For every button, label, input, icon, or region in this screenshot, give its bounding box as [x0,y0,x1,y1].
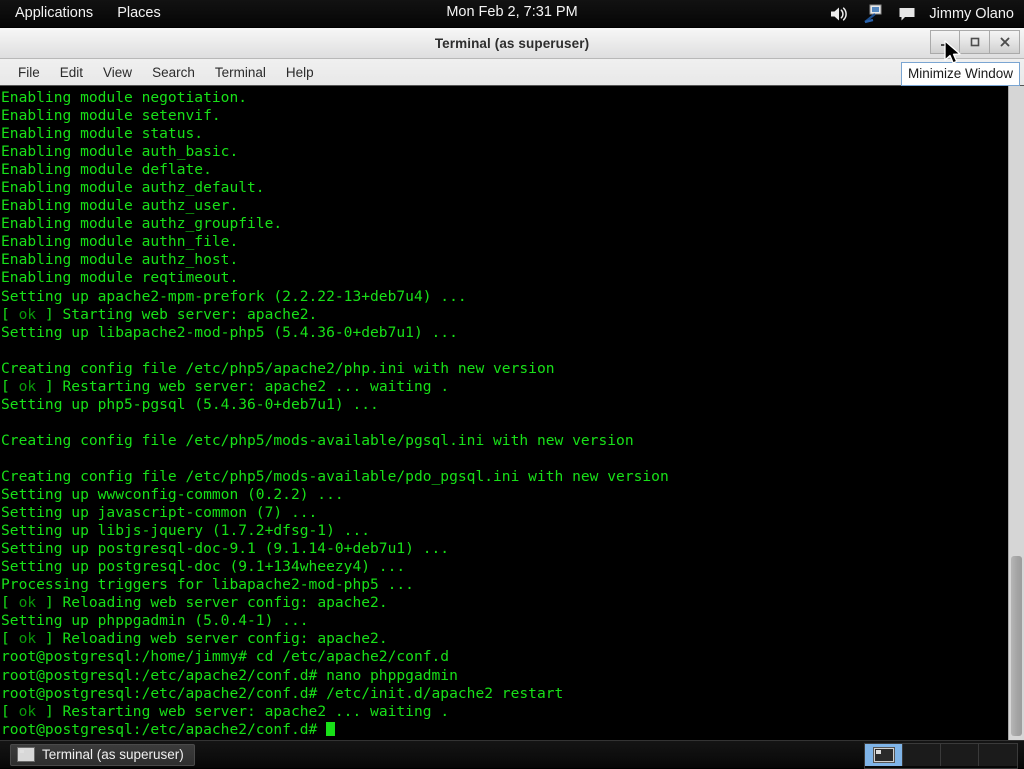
menubar: File Edit View Search Terminal Help [0,59,1024,86]
terminal-line: root@postgresql:/home/jimmy# cd /etc/apa… [1,648,1008,666]
volume-icon[interactable] [827,2,851,26]
workspace-3[interactable] [941,744,979,766]
menu-search[interactable]: Search [142,62,205,83]
terminal-line: Setting up libjs-jquery (1.7.2+dfsg-1) .… [1,522,1008,540]
close-button[interactable] [990,30,1020,54]
terminal-window: Terminal (as superuser) File Edit View [0,28,1024,740]
terminal-line: [ ok ] Restarting web server: apache2 ..… [1,378,1008,396]
terminal-scrollbar[interactable] [1008,86,1024,740]
terminal-line: Enabling module auth_basic. [1,143,1008,161]
panel-tray: Jimmy Olano [827,0,1018,28]
terminal-line [1,450,1008,468]
taskbar-item-terminal[interactable]: Terminal (as superuser) [10,744,195,766]
terminal-area[interactable]: Enabling module negotiation.Enabling mod… [0,86,1024,740]
terminal-line: Enabling module status. [1,125,1008,143]
terminal-line [1,342,1008,360]
terminal-line: Enabling module reqtimeout. [1,269,1008,287]
terminal-line: Creating config file /etc/php5/apache2/p… [1,360,1008,378]
applications-menu[interactable]: Applications [6,1,102,26]
network-icon[interactable] [861,2,885,26]
workspace-2[interactable] [903,744,941,766]
top-panel: Applications Places Mon Feb 2, 7:31 PM J… [0,0,1024,28]
user-name-label[interactable]: Jimmy Olano [929,6,1018,22]
terminal-line: Setting up wwwconfig-common (0.2.2) ... [1,486,1008,504]
terminal-output[interactable]: Enabling module negotiation.Enabling mod… [0,86,1008,739]
terminal-line: Enabling module authz_user. [1,197,1008,215]
workspace-1[interactable] [865,744,903,766]
terminal-line: [ ok ] Starting web server: apache2. [1,306,1008,324]
menu-help[interactable]: Help [276,62,324,83]
window-title: Terminal (as superuser) [435,36,589,51]
window-titlebar[interactable]: Terminal (as superuser) [0,28,1024,59]
menu-edit[interactable]: Edit [50,62,93,83]
menu-view[interactable]: View [93,62,142,83]
terminal-line: Enabling module authn_file. [1,233,1008,251]
terminal-line: Setting up libapache2-mod-php5 (5.4.36-0… [1,324,1008,342]
taskbar-item-label: Terminal (as superuser) [42,747,184,762]
terminal-line [1,414,1008,432]
terminal-line: [ ok ] Reloading web server config: apac… [1,630,1008,648]
maximize-button[interactable] [960,30,990,54]
terminal-line: Setting up apache2-mpm-prefork (2.2.22-1… [1,288,1008,306]
menu-terminal[interactable]: Terminal [205,62,276,83]
terminal-line: Setting up phppgadmin (5.0.4-1) ... [1,612,1008,630]
minimize-button[interactable] [930,30,960,54]
terminal-line: Setting up postgresql-doc-9.1 (9.1.14-0+… [1,540,1008,558]
bottom-panel: Terminal (as superuser) [0,740,1024,768]
terminal-line: Setting up postgresql-doc (9.1+134wheezy… [1,558,1008,576]
terminal-cursor [326,722,335,736]
terminal-line: Enabling module authz_host. [1,251,1008,269]
terminal-line: root@postgresql:/etc/apache2/conf.d# nan… [1,667,1008,685]
terminal-line: Creating config file /etc/php5/mods-avai… [1,432,1008,450]
terminal-line: Setting up javascript-common (7) ... [1,504,1008,522]
workspace-window-thumbnail [873,747,895,763]
workspace-switcher [864,743,1018,769]
terminal-line: [ ok ] Restarting web server: apache2 ..… [1,703,1008,721]
terminal-line: root@postgresql:/etc/apache2/conf.d# [1,721,1008,739]
terminal-line: root@postgresql:/etc/apache2/conf.d# /et… [1,685,1008,703]
terminal-icon [17,747,35,762]
terminal-line: Enabling module deflate. [1,161,1008,179]
places-menu[interactable]: Places [108,1,170,26]
menu-file[interactable]: File [8,62,50,83]
window-controls [930,29,1020,55]
terminal-line: Enabling module authz_default. [1,179,1008,197]
workspace-4[interactable] [979,744,1017,766]
chat-icon[interactable] [895,2,919,26]
terminal-line: Setting up php5-pgsql (5.4.36-0+deb7u1) … [1,396,1008,414]
minimize-tooltip: Minimize Window [901,62,1020,86]
terminal-line: [ ok ] Reloading web server config: apac… [1,594,1008,612]
scrollbar-thumb[interactable] [1011,556,1022,736]
terminal-line: Enabling module setenvif. [1,107,1008,125]
terminal-line: Enabling module negotiation. [1,89,1008,107]
terminal-line: Creating config file /etc/php5/mods-avai… [1,468,1008,486]
terminal-line: Processing triggers for libapache2-mod-p… [1,576,1008,594]
terminal-line: Enabling module authz_groupfile. [1,215,1008,233]
